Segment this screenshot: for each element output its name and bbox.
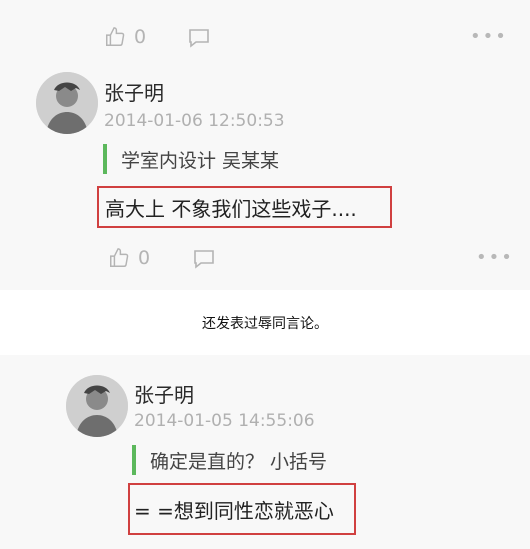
comment-card-1: 0 ••• 张子明 2014-01-06 12:50:53 学室内设计 吴某某 … [0, 0, 530, 290]
highlighted-reply: 高大上 不象我们这些戏子.... [97, 186, 392, 228]
like-button[interactable]: 0 [108, 247, 150, 269]
comment-icon [187, 27, 211, 49]
caption-text: 还发表过辱同言论。 [202, 316, 328, 332]
reply-button[interactable] [187, 27, 211, 49]
like-button[interactable]: 0 [104, 26, 146, 48]
author-name[interactable]: 张子明 [104, 77, 164, 106]
reply-button[interactable] [192, 248, 216, 270]
highlighted-reply: = =想到同性恋就恶心 [128, 483, 356, 535]
quote-text: 学室内设计 吴某某 [121, 149, 280, 172]
quoted-comment: 确定是直的？ 小括号 [132, 445, 327, 475]
quote-bar [132, 445, 136, 475]
comment-card-2: 张子明 2014-01-05 14:55:06 确定是直的？ 小括号 = =想到… [0, 355, 530, 549]
comment-time: 2014-01-05 14:55:06 [134, 411, 315, 431]
author-name[interactable]: 张子明 [134, 379, 194, 408]
avatar[interactable] [36, 72, 98, 134]
reply-text: 高大上 不象我们这些戏子.... [105, 196, 357, 221]
like-count: 0 [134, 26, 147, 48]
more-dots-icon[interactable]: ••• [476, 247, 514, 268]
thumbs-up-icon [108, 247, 130, 269]
comment-actions: 0 [104, 22, 146, 52]
more-dots-icon[interactable]: ••• [470, 26, 508, 47]
quote-text: 确定是直的？ 小括号 [150, 450, 328, 473]
like-count: 0 [138, 247, 151, 269]
reply-text: = =想到同性恋就恶心 [134, 498, 334, 523]
quote-bar [103, 144, 107, 174]
comment-time: 2014-01-06 12:50:53 [104, 111, 285, 131]
thumbs-up-icon [104, 26, 126, 48]
comment-icon [192, 248, 216, 270]
comment-actions: 0 [108, 243, 150, 273]
avatar[interactable] [66, 375, 128, 437]
quoted-comment: 学室内设计 吴某某 [103, 144, 279, 174]
